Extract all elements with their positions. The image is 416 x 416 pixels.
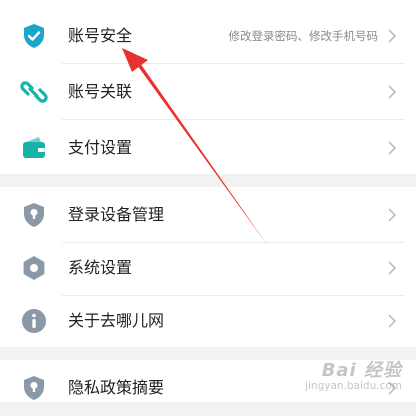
gear-icon — [19, 253, 49, 283]
link-icon — [19, 77, 49, 107]
settings-group-account: 账号安全 修改登录密码、修改手机号码 账号关联 支付设置 — [0, 0, 416, 174]
menu-item-login-device-management[interactable]: 登录设备管理 — [0, 187, 416, 243]
menu-item-account-security[interactable]: 账号安全 修改登录密码、修改手机号码 — [0, 8, 416, 64]
wallet-icon — [19, 133, 49, 163]
settings-group-system: 登录设备管理 系统设置 关于去哪儿网 — [0, 187, 416, 347]
privacy-shield-icon — [19, 373, 49, 403]
menu-item-label: 关于去哪儿网 — [68, 311, 165, 330]
chevron-right-icon — [386, 140, 398, 156]
menu-item-system-settings[interactable]: 系统设置 — [0, 240, 416, 296]
menu-item-label: 支付设置 — [68, 138, 133, 157]
menu-item-label: 登录设备管理 — [68, 205, 165, 224]
menu-item-account-linking[interactable]: 账号关联 — [0, 64, 416, 120]
watermark-url: jingyan.baidu.com — [305, 380, 402, 392]
menu-item-label: 账号关联 — [68, 82, 133, 101]
chevron-right-icon — [386, 84, 398, 100]
chevron-right-icon — [386, 207, 398, 223]
menu-item-about-qunar[interactable]: 关于去哪儿网 — [0, 293, 416, 349]
watermark: Bai 经验 jingyan.baidu.com — [288, 354, 408, 398]
menu-item-label: 账号安全 — [68, 26, 133, 45]
chevron-right-icon — [386, 313, 398, 329]
menu-item-label: 系统设置 — [68, 258, 133, 277]
watermark-logo: Bai 经验 — [321, 360, 402, 381]
menu-item-subtitle: 修改登录密码、修改手机号码 — [228, 29, 379, 43]
menu-item-payment-settings[interactable]: 支付设置 — [0, 120, 416, 176]
info-icon — [19, 306, 49, 336]
menu-item-label: 隐私政策摘要 — [68, 378, 165, 397]
device-shield-icon — [19, 200, 49, 230]
shield-check-icon — [19, 21, 49, 51]
chevron-right-icon — [386, 28, 398, 44]
chevron-right-icon — [386, 260, 398, 276]
